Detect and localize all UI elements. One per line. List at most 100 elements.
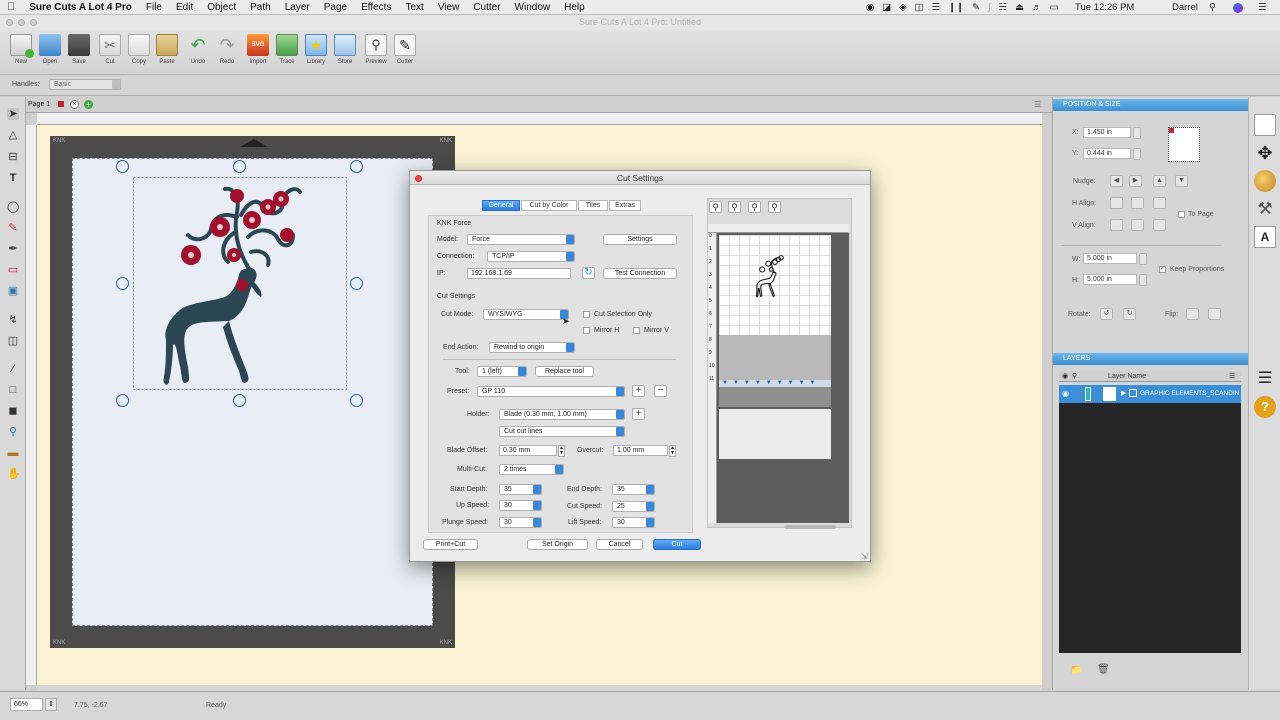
end-depth-select[interactable]: 35: [612, 484, 655, 495]
eraser-icon[interactable]: ▭: [7, 264, 19, 276]
eject-icon[interactable]: ⏏: [1015, 2, 1024, 13]
cut-mode-select[interactable]: WYSIWYG: [483, 309, 569, 320]
align-left-icon[interactable]: [1110, 197, 1123, 209]
record-icon[interactable]: ◉: [866, 2, 874, 13]
color-palette-icon[interactable]: [1254, 170, 1276, 192]
nudge-up-icon[interactable]: ▲: [1153, 175, 1166, 187]
wifi-icon[interactable]: ☵: [999, 2, 1008, 13]
import-button[interactable]: SVG Import: [244, 34, 272, 65]
settings-button[interactable]: Settings: [603, 234, 677, 245]
move-arrows-icon[interactable]: ✥: [1254, 142, 1276, 164]
help-icon[interactable]: ?: [1254, 396, 1276, 418]
menu-layer[interactable]: Layer: [278, 2, 317, 13]
bluetooth-icon[interactable]: ∫: [988, 2, 991, 13]
flip-horizontal-icon[interactable]: [1186, 308, 1199, 320]
copy-button[interactable]: Copy: [125, 34, 153, 65]
width-field[interactable]: 5.000 in: [1083, 253, 1137, 264]
preview-scrollbar[interactable]: [784, 525, 836, 529]
layer-name[interactable]: GRAPHIC ELEMENTS_SCANDIN: [1140, 390, 1240, 397]
expand-arrow-icon[interactable]: ▶: [1121, 389, 1126, 397]
fill-tool-icon[interactable]: ▣: [7, 285, 19, 297]
undo-button[interactable]: ↶ Undo: [184, 34, 212, 65]
cut-speed-select[interactable]: 25: [612, 501, 655, 512]
reference-point-grid[interactable]: [1168, 127, 1200, 162]
volume-icon[interactable]: ♬: [1032, 2, 1042, 13]
tab-tiles[interactable]: Tiles: [578, 200, 608, 211]
test-connection-button[interactable]: Test Connection: [603, 268, 677, 279]
open-button[interactable]: Open: [36, 34, 64, 65]
page-icon[interactable]: [1254, 114, 1276, 136]
deer-artwork[interactable]: [133, 177, 347, 390]
cancel-button[interactable]: Cancel: [596, 539, 643, 550]
menu-object[interactable]: Object: [200, 2, 243, 13]
bars-icon[interactable]: ❙❙: [948, 2, 964, 13]
pen-icon[interactable]: ✎: [972, 2, 980, 13]
save-button[interactable]: Save: [65, 34, 93, 65]
end-action-select[interactable]: Rewind to origin: [489, 342, 575, 353]
wrench-icon[interactable]: ⚒: [1254, 198, 1276, 220]
registration-mark-icon[interactable]: ◼: [7, 405, 19, 417]
measure-tool-icon[interactable]: ▬: [7, 447, 19, 459]
resize-handle-top[interactable]: [233, 160, 246, 173]
connection-select[interactable]: TCP/IP: [487, 251, 575, 262]
add-preset-icon[interactable]: +: [632, 385, 645, 397]
align-right-icon[interactable]: [1153, 197, 1166, 209]
select-arrow-icon[interactable]: ➤: [7, 108, 19, 120]
align-center-icon[interactable]: [1131, 197, 1144, 209]
tab-extras[interactable]: Extras: [609, 200, 641, 211]
rotate-handle-tr[interactable]: [350, 160, 363, 173]
cut-button[interactable]: ✂ Cut: [96, 34, 124, 65]
menu-app-name[interactable]: Sure Cuts A Lot 4 Pro: [22, 2, 139, 13]
resize-handle-bottom[interactable]: [233, 394, 246, 407]
rotate-left-icon[interactable]: ↺: [1100, 308, 1113, 320]
redo-button[interactable]: ↷ Redo: [213, 34, 241, 65]
close-page-icon[interactable]: ×: [70, 100, 79, 109]
apple-menu-icon[interactable]: : [0, 1, 22, 13]
position-size-header[interactable]: POSITION & SIZE: [1053, 99, 1249, 111]
zoom-field[interactable]: 66%: [10, 698, 43, 711]
spotlight-icon[interactable]: ⚲: [1209, 0, 1216, 15]
add-holder-icon[interactable]: +: [632, 408, 645, 420]
dropbox-icon[interactable]: ◈: [899, 2, 906, 13]
tool-select[interactable]: 1 (left): [477, 366, 527, 377]
zoom-out-icon[interactable]: ⚲: [728, 201, 741, 213]
cut-button[interactable]: Cut: [653, 539, 701, 550]
pen-tool-icon[interactable]: ✒: [7, 243, 19, 255]
rotate-handle-tl[interactable]: [116, 160, 129, 173]
node-edit-icon[interactable]: △: [7, 129, 19, 141]
mirror-h-checkbox[interactable]: [583, 327, 590, 334]
zoom-in-icon[interactable]: ⚲: [709, 201, 722, 213]
pencil-tool-icon[interactable]: ✎: [7, 222, 19, 234]
preview-button[interactable]: ⚲ Preview: [362, 34, 390, 65]
preset-select[interactable]: GP 110: [477, 386, 625, 397]
mirror-v-checkbox[interactable]: [633, 327, 640, 334]
overcut-field[interactable]: 1.00 mm: [613, 445, 668, 456]
crop-icon[interactable]: ⊟: [7, 151, 19, 163]
replace-tool-button[interactable]: Replace tool: [535, 366, 594, 377]
font-icon[interactable]: A: [1254, 226, 1276, 248]
dialog-close-icon[interactable]: [415, 175, 422, 182]
set-origin-button[interactable]: Set Origin: [527, 539, 588, 550]
zoom-fit-icon[interactable]: ⚲: [748, 201, 761, 213]
x-field[interactable]: 1.450 in: [1083, 127, 1131, 138]
tab-cut-by-color[interactable]: Cut by Color: [521, 200, 577, 211]
menu-text[interactable]: Text: [398, 2, 430, 13]
close-window-icon[interactable]: [6, 19, 13, 26]
weld-tool-icon[interactable]: □: [7, 384, 19, 396]
cut-lines-select[interactable]: Cut cut lines: [499, 426, 625, 437]
height-field[interactable]: 5.000 in: [1083, 274, 1137, 285]
resize-handle-br[interactable]: [350, 394, 363, 407]
layer-color-swatch[interactable]: [1085, 387, 1091, 401]
height-stepper-icon[interactable]: [1139, 274, 1147, 286]
gradient-tool-icon[interactable]: ◫: [7, 335, 19, 347]
menu-effects[interactable]: Effects: [354, 2, 398, 13]
minimize-window-icon[interactable]: [18, 19, 25, 26]
rotate-right-icon[interactable]: ↻: [1123, 308, 1136, 320]
library-button[interactable]: ★ Library: [302, 34, 330, 65]
align-middle-icon[interactable]: [1131, 219, 1144, 231]
menu-cutter[interactable]: Cutter: [466, 2, 507, 13]
sync-icon[interactable]: ◪: [882, 2, 891, 13]
width-stepper-icon[interactable]: [1139, 253, 1147, 265]
store-button[interactable]: Store: [331, 34, 359, 65]
menu-edit[interactable]: Edit: [169, 2, 200, 13]
